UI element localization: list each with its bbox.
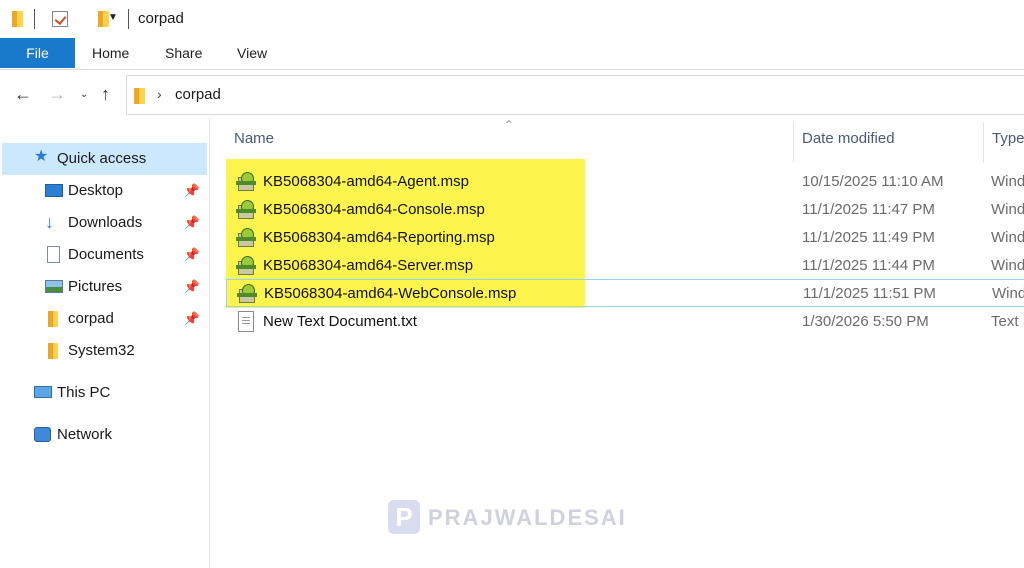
breadcrumb-corpad[interactable]: corpad <box>175 86 221 103</box>
sidebar-item-documents[interactable]: Documents 📌 <box>0 239 208 271</box>
folder-icon <box>48 343 58 359</box>
sidebar-item-system32[interactable]: System32 <box>0 335 208 367</box>
file-row[interactable]: KB5068304-amd64-Server.msp 11/1/2025 11:… <box>226 252 1024 280</box>
navigation-pane: ★ Quick access Desktop 📌 ↓ Downloads 📌 D… <box>0 118 210 568</box>
tab-home[interactable]: Home <box>92 38 129 68</box>
file-date: 1/30/2026 5:50 PM <box>802 313 929 330</box>
file-row[interactable]: KB5068304-amd64-Reporting.msp 11/1/2025 … <box>226 224 1024 252</box>
column-divider[interactable] <box>793 122 794 162</box>
sidebar-item-label: Downloads <box>68 214 143 231</box>
sidebar-item-this-pc[interactable]: This PC <box>0 377 208 409</box>
sidebar-item-label: corpad <box>68 310 114 327</box>
watermark-logo: P <box>388 500 420 534</box>
computer-icon <box>34 386 52 398</box>
arrow-up-icon[interactable]: ↑ <box>101 84 110 104</box>
file-type: Wind <box>991 229 1024 246</box>
tab-file[interactable]: File <box>0 38 75 68</box>
pin-icon[interactable]: 📌 <box>184 207 200 239</box>
msp-installer-icon <box>236 228 256 248</box>
file-type: Wind <box>991 173 1024 190</box>
file-name: KB5068304-amd64-Reporting.msp <box>263 229 495 246</box>
pictures-icon <box>45 280 63 293</box>
pin-icon[interactable]: 📌 <box>184 239 200 271</box>
folder-icon <box>48 311 58 327</box>
file-row[interactable]: KB5068304-amd64-Console.msp 11/1/2025 11… <box>226 196 1024 224</box>
file-date: 11/1/2025 11:49 PM <box>802 229 935 246</box>
text-file-icon <box>238 311 254 332</box>
msp-installer-icon <box>236 256 256 276</box>
column-header-type[interactable]: Type <box>992 130 1024 147</box>
pin-icon[interactable]: 📌 <box>184 271 200 303</box>
sidebar-item-quick-access[interactable]: ★ Quick access <box>2 143 207 175</box>
ribbon-tabs: File Home Share View <box>0 38 1024 70</box>
file-type: Text <box>991 313 1019 330</box>
document-icon <box>47 246 60 263</box>
sidebar-item-label: Network <box>57 426 113 443</box>
msp-installer-icon <box>236 172 256 192</box>
file-row-focused[interactable]: KB5068304-amd64-WebConsole.msp 11/1/2025… <box>226 279 1024 307</box>
sort-ascending-icon: ⌃ <box>504 118 515 132</box>
sidebar-item-pictures[interactable]: Pictures 📌 <box>0 271 208 303</box>
toolbar-divider <box>34 9 35 29</box>
file-name: KB5068304-amd64-Agent.msp <box>263 173 469 190</box>
file-date: 11/1/2025 11:47 PM <box>802 201 935 218</box>
msp-installer-icon <box>236 200 256 220</box>
sidebar-item-label: Pictures <box>68 278 123 295</box>
toolbar-divider <box>128 9 129 29</box>
properties-check-icon[interactable] <box>52 11 68 27</box>
file-date: 11/1/2025 11:51 PM <box>803 285 936 302</box>
file-name: KB5068304-amd64-Console.msp <box>263 201 485 218</box>
file-name: KB5068304-amd64-WebConsole.msp <box>264 285 517 302</box>
download-icon: ↓ <box>45 212 54 232</box>
network-icon <box>34 427 51 442</box>
folder-icon <box>134 88 145 104</box>
sidebar-item-label: Documents <box>68 246 144 263</box>
star-icon: ★ <box>34 148 49 165</box>
file-date: 11/1/2025 11:44 PM <box>802 257 935 274</box>
file-row[interactable]: KB5068304-amd64-Agent.msp 10/15/2025 11:… <box>226 168 1024 196</box>
sidebar-item-label: System32 <box>68 342 135 359</box>
chevron-down-icon[interactable]: ▼ <box>108 12 118 23</box>
column-header-date-modified[interactable]: Date modified <box>802 130 895 147</box>
tab-share[interactable]: Share <box>165 38 202 68</box>
desktop-icon <box>45 184 63 197</box>
column-header-name[interactable]: Name <box>234 130 274 147</box>
watermark-text: PRAJWALDESAI <box>428 505 627 530</box>
tab-view[interactable]: View <box>237 38 267 68</box>
pin-icon[interactable]: 📌 <box>184 303 200 335</box>
sidebar-item-downloads[interactable]: ↓ Downloads 📌 <box>0 207 208 239</box>
address-bar[interactable]: › corpad <box>126 75 1024 115</box>
sidebar-item-label: This PC <box>57 384 111 401</box>
sidebar-item-desktop[interactable]: Desktop 📌 <box>0 175 208 207</box>
sidebar-item-label: Desktop <box>68 182 124 199</box>
pin-icon[interactable]: 📌 <box>184 175 200 207</box>
msp-installer-icon <box>237 284 257 304</box>
folder-icon <box>12 11 23 27</box>
sidebar-item-network[interactable]: Network <box>0 419 208 451</box>
file-list: ⌃ Name Date modified Type KB5068304-amd6… <box>211 118 1024 568</box>
column-divider[interactable] <box>983 122 984 162</box>
window-title: corpad <box>138 10 184 27</box>
arrow-right-icon[interactable]: → <box>48 84 66 104</box>
file-type: Wind <box>991 201 1024 218</box>
arrow-left-icon[interactable]: ← <box>14 84 32 104</box>
file-date: 10/15/2025 11:10 AM <box>802 173 944 190</box>
file-type: Wind <box>992 285 1024 302</box>
sidebar-item-label: Quick access <box>57 150 147 167</box>
chevron-right-icon[interactable]: › <box>157 86 162 102</box>
chevron-down-icon[interactable]: ⌄ <box>80 85 88 105</box>
file-type: Wind <box>991 257 1024 274</box>
file-name: KB5068304-amd64-Server.msp <box>263 257 474 274</box>
title-bar: ▼ corpad <box>0 0 1024 38</box>
navigation-bar: ← → ⌄ ↑ › corpad <box>0 72 1024 118</box>
file-row[interactable]: New Text Document.txt 1/30/2026 5:50 PM … <box>226 308 1024 336</box>
sidebar-item-corpad[interactable]: corpad 📌 <box>0 303 208 335</box>
file-name: New Text Document.txt <box>263 313 417 330</box>
